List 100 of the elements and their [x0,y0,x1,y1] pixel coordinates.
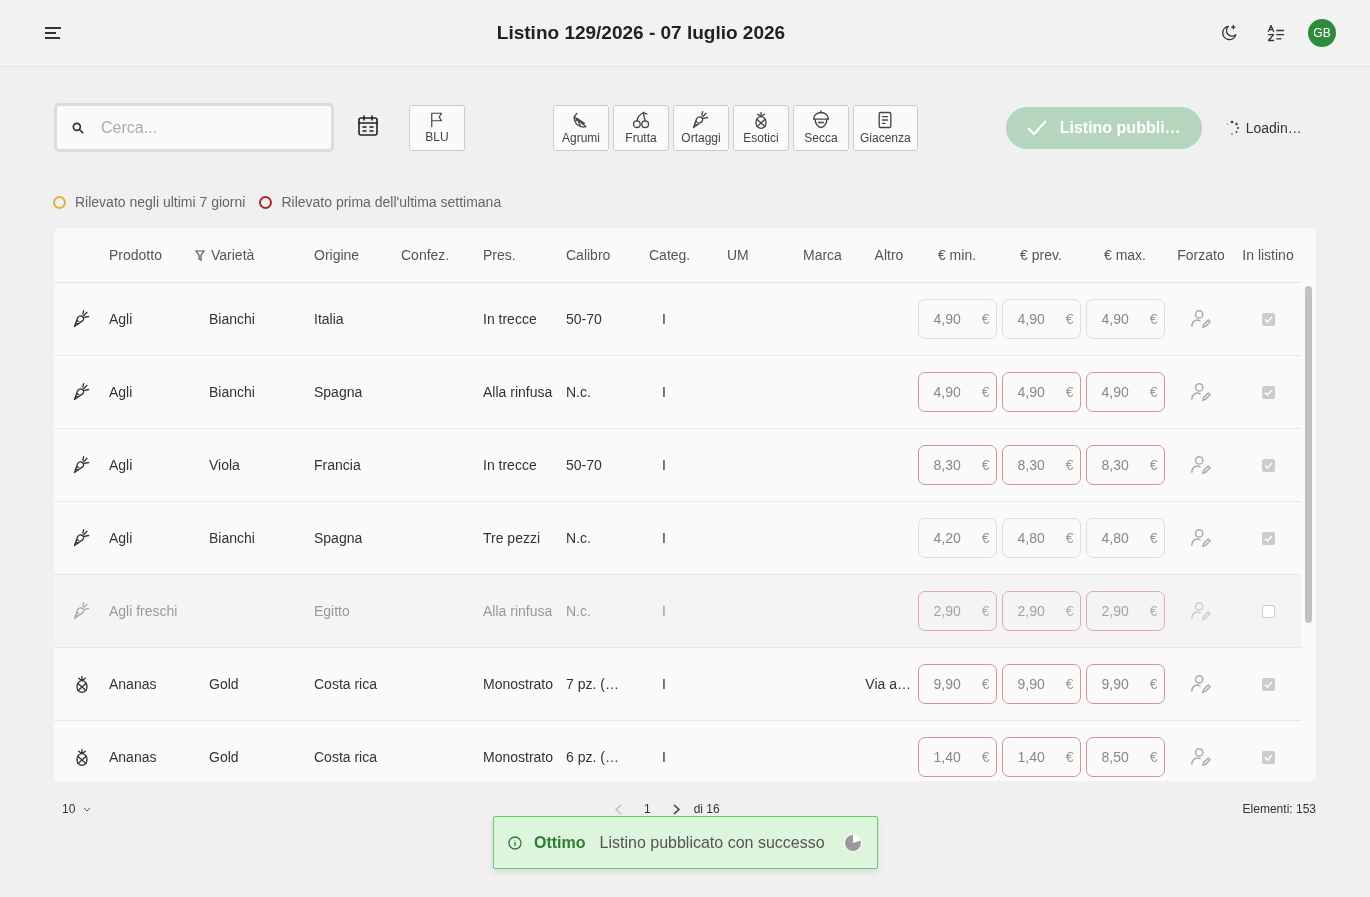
table-cell-text: Agli [109,457,134,473]
currency-symbol: € [981,676,990,692]
currency-symbol: € [1065,384,1074,400]
price-field[interactable]: 9,90 € [917,664,997,704]
page-title: Listino 129/2026 - 07 luglio 2026 [495,22,787,44]
currency-symbol: € [1065,603,1074,619]
price-field[interactable]: 4,90 € [1085,299,1165,339]
table-cell-text: I [661,676,667,692]
acorn-icon [811,110,831,130]
column-header[interactable]: Calibro [566,247,649,263]
user-avatar[interactable]: GB [1308,19,1336,47]
checkbox[interactable] [1261,750,1275,764]
table-cell-text: Tre pezzi [483,530,542,546]
category-button[interactable]: Secca [793,104,849,151]
table-cell-text: Via a… [864,676,912,692]
table-cell-text: N.c. [566,530,592,546]
price-field[interactable]: 4,80 € [1085,518,1165,558]
checkbox[interactable] [1261,312,1275,326]
price-field[interactable]: 4,90 € [917,299,997,339]
carrot-icon [71,601,92,621]
page-number[interactable]: 1 [644,802,651,816]
table-cell-text: I [661,603,667,619]
currency-symbol: € [1149,311,1158,327]
cherry-icon [631,110,651,130]
category-button[interactable]: Giacenza [853,104,918,151]
column-header[interactable]: In listino [1235,247,1301,263]
column-header[interactable]: € min. [915,247,999,263]
checkbox[interactable] [1261,458,1275,472]
price-value: 1,40 [933,749,961,765]
price-value: 4,90 [1101,384,1129,400]
price-field[interactable]: 4,90 € [917,372,997,412]
total-count: Elementi: 153 [1242,802,1316,816]
column-header[interactable]: Altro [863,247,915,263]
price-field[interactable]: 8,30 € [917,445,997,485]
price-field[interactable]: 4,80 € [1001,518,1081,558]
column-header[interactable]: € max. [1083,247,1167,263]
checkbox[interactable] [1261,677,1275,691]
user-edit-icon[interactable] [1190,455,1212,475]
column-header[interactable]: Categ. [649,247,727,263]
table-cell-text: Bianchi [209,530,256,546]
currency-symbol: € [1065,749,1074,765]
column-header[interactable]: Forzato [1167,247,1235,263]
user-edit-icon[interactable] [1190,528,1212,548]
user-edit-icon[interactable] [1190,309,1212,329]
column-header[interactable]: UM [727,247,803,263]
column-header[interactable]: € prev. [999,247,1083,263]
currency-symbol: € [1149,384,1158,400]
price-field[interactable]: 8,50 € [1085,737,1165,777]
table-cell-text: Ananas [109,676,158,692]
table-cell-text: Alla rinfusa [483,603,554,619]
column-header[interactable]: Origine [314,247,401,263]
price-field[interactable]: 4,20 € [917,518,997,558]
price-value: 9,90 [1101,676,1129,692]
currency-symbol: € [981,603,990,619]
category-button[interactable]: Esotici [733,104,789,151]
user-edit-icon[interactable] [1190,747,1212,767]
page-size-select[interactable]: 10 [54,800,110,818]
table-cell-text: Bianchi [209,384,256,400]
user-edit-icon[interactable] [1190,674,1212,694]
search-field[interactable]: Cerca... [54,103,334,152]
column-header[interactable]: Confez. [401,247,483,263]
table-cell-text: Monostrato [483,749,555,765]
table-cell-text: Francia [314,457,362,473]
table-cell-text: Agli [109,530,134,546]
price-value: 8,30 [1017,457,1045,473]
table-cell-text: I [661,749,667,765]
price-field[interactable]: 8,30 € [1001,445,1081,485]
table-cell-text: Alla rinfusa [483,384,554,400]
price-field[interactable]: 9,90 € [1085,664,1165,704]
category-button[interactable]: Frutta [613,104,669,151]
category-button[interactable]: Agrumi [553,104,609,151]
table-cell-text: Italia [314,311,345,327]
currency-symbol: € [1065,676,1074,692]
checkbox[interactable] [1261,531,1275,545]
column-header[interactable]: Marca [803,247,863,263]
price-field[interactable]: 4,90 € [1001,372,1081,412]
table-cell-text: Agli [109,311,134,327]
flag-button[interactable]: BLU [409,104,465,151]
table-cell-text: Viola [209,457,241,473]
menu-icon[interactable] [44,27,62,39]
price-field[interactable]: 9,90 € [1001,664,1081,704]
chevron-down-icon[interactable] [83,806,92,812]
timer-icon[interactable] [843,832,863,853]
price-field[interactable]: 4,90 € [1001,299,1081,339]
table-cell-text: Spagna [314,384,364,400]
filter-icon[interactable] [195,249,205,261]
checkbox[interactable] [1261,385,1275,399]
price-field[interactable]: 4,90 € [1085,372,1165,412]
price-value: 4,90 [933,384,961,400]
price-field[interactable]: 8,30 € [1085,445,1165,485]
table-cell-text: I [661,457,667,473]
column-header[interactable]: Pres. [483,247,566,263]
previous-page-icon[interactable] [615,803,622,815]
currency-symbol: € [981,384,990,400]
next-page-icon[interactable] [672,803,680,815]
price-value: 4,80 [1017,530,1045,546]
category-button[interactable]: Ortaggi [673,104,729,151]
currency-symbol: € [1149,603,1158,619]
calendar-icon[interactable] [356,113,380,138]
user-edit-icon[interactable] [1190,382,1212,402]
